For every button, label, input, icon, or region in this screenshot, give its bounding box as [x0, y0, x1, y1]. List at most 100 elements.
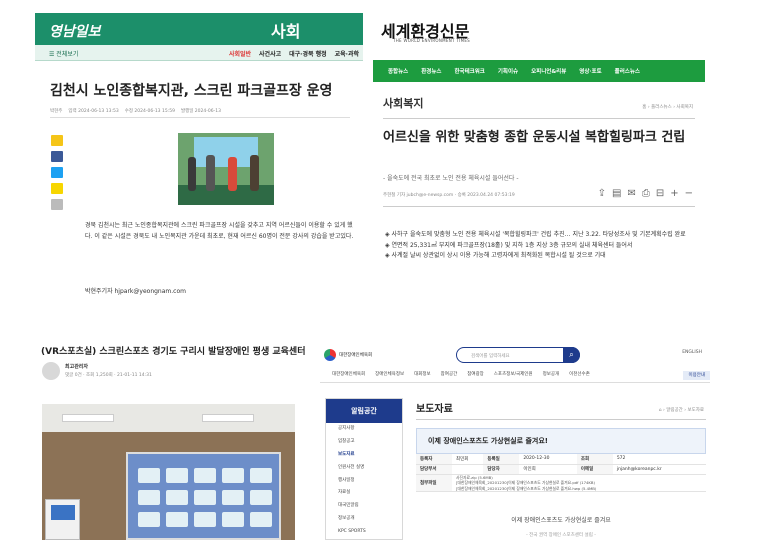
gnb-item[interactable]: 참여공간 [441, 371, 458, 382]
breadcrumb[interactable]: ⌂ › 알림공간 › 보도자료 [659, 407, 704, 413]
side-menu-item-active[interactable]: 보도자료 [326, 449, 402, 462]
paralympic-press-page: 대한장애인체육회 검색어를 입력하세요 ⌕ ENGLISH 대한장애인체육회 장… [320, 340, 710, 540]
email-icon[interactable]: ✉ [627, 188, 635, 199]
nav-item[interactable]: 플러스뉴스 [615, 67, 640, 75]
article-tools: ⇪ ▤ ✉ ⎙ ⊟ + − [598, 188, 693, 199]
page-title: 보도자료 [416, 404, 453, 415]
category-title: 사회복지 [383, 97, 424, 110]
gnb-item[interactable]: 대회정보 [414, 371, 431, 382]
gnb-item[interactable]: 정보공개 [543, 371, 560, 382]
divider [416, 419, 706, 420]
reporter: 박현주 [50, 109, 63, 114]
table-key: 이메일 [576, 464, 613, 475]
article-meta: 주현철 기자 jubch@e-newsp.com · 승록 2023.04.24… [383, 193, 515, 198]
table-key: 조회 [576, 454, 613, 465]
post-photo [42, 404, 295, 540]
search-button[interactable]: ⌕ [563, 347, 580, 363]
nav-item[interactable]: 대구·경북 행정 [289, 49, 327, 58]
press-body-subtitle: - 전국 권역 장애인 스포츠센터 설립 - [526, 533, 596, 538]
side-menu-item[interactable]: 대국민알림 [326, 500, 402, 513]
segye-nav: 종합뉴스 환경뉴스 한국테크워크 기획이슈 오피니언&리뷰 영상·포토 플러스뉴… [373, 60, 705, 82]
paralympic-emblem-icon [324, 349, 336, 361]
kakaostory-icon[interactable] [51, 135, 63, 146]
gnb-item[interactable]: 스포츠정보/국제인원 [494, 371, 533, 382]
table-value: jnjanh@koreanpc.kr [612, 464, 706, 475]
attachment-link[interactable]: [대한장애인체육회_20201230]이제 장애인스포츠도 가상현실로 즐겨요.… [456, 486, 706, 492]
bullet-item: ◈ 연면적 25,331㎡ 부지에 파크골프장(18홀) 및 지하 1층 지상 … [385, 241, 633, 249]
nav-item[interactable]: 한국테크워크 [455, 67, 485, 75]
edit-date: 수정 2024-06-13 15:59 [124, 109, 175, 114]
share-buttons [51, 135, 63, 210]
side-menu-item[interactable]: 입찰공고 [326, 436, 402, 449]
yeongnam-article: 영남일보 사회 ☰ 전체보기 사회일반 사건사고 대구·경북 행정 교육·과학 … [35, 13, 363, 315]
font-smaller-icon[interactable]: − [685, 188, 693, 199]
post-title: (VR스포츠실) 스크린스포츠 경기도 구리시 발달장애인 평생 교육센터 [41, 347, 306, 357]
paralympic-logo[interactable]: 대한장애인체육회 [324, 349, 372, 361]
breadcrumb[interactable]: 홈 › 플러스뉴스 › 사회복지 [642, 104, 693, 110]
table-key: 담당자 [483, 464, 520, 475]
yeongnam-subnav: ☰ 전체보기 사회일반 사건사고 대구·경북 행정 교육·과학 [35, 45, 363, 61]
kakaotalk-icon[interactable] [51, 183, 63, 194]
more-share-icon[interactable] [51, 199, 63, 210]
nav-item[interactable]: 영상·포토 [579, 67, 601, 75]
vr-screen [126, 452, 281, 540]
bullet-item: ◈ 사하구 을숙도에 맞춤형 노인 전용 체육시설 '복합힐링파크' 건립 추진… [385, 231, 686, 238]
all-menu-button[interactable]: ☰ 전체보기 [49, 49, 78, 58]
table-key: 첨부파일 [416, 474, 452, 492]
nav-item[interactable]: 오피니언&리뷰 [531, 67, 566, 75]
side-menu-item[interactable]: 공지사항 [326, 423, 402, 436]
side-menu-title: 알림공간 [326, 399, 402, 423]
language-link[interactable]: ENGLISH [682, 350, 702, 355]
side-menu-item[interactable]: 자료실 [326, 487, 402, 500]
post-author[interactable]: 최고관리자 [65, 363, 88, 370]
logo-text: 대한장애인체육회 [339, 353, 373, 358]
divider [383, 118, 695, 119]
byline: 박현주기자 hjpark@yeongnam.com [85, 288, 186, 295]
article-photo [178, 133, 274, 205]
bullet-item: ◈ 사계절 날씨 상관없이 상시 이용 가능해 고령자에게 최적화된 복합시설 … [385, 252, 606, 259]
side-menu-item[interactable]: 인원사전 실명 [326, 462, 402, 475]
gnb-item[interactable]: 참여광장 [467, 371, 484, 382]
nav-item[interactable]: 사건사고 [259, 49, 281, 58]
table-row: 담당부서 담당자 이인희 이메일 jnjanh@koreanpc.kr [416, 464, 706, 475]
section-title[interactable]: 사회 [271, 18, 300, 42]
search-icon: ⌕ [569, 350, 574, 359]
post-info: 댓글 0건 · 조회 1,250회 · 21-01-11 14:31 [65, 373, 152, 378]
share-icon[interactable]: ⇪ [598, 188, 606, 199]
gnb-item[interactable]: 장애인체육정보 [375, 371, 404, 382]
facebook-icon[interactable] [51, 151, 63, 162]
table-value: 이인희 [519, 464, 577, 475]
attachments: 사진자료.zip (5.6MB) [대한장애인체육회_20201230]이제 장… [452, 474, 706, 492]
publish-date: 발행일 2024-06-13 [180, 109, 221, 114]
article-meta: 박현주 입력 2024-06-13 13:53 수정 2024-06-13 15… [50, 108, 221, 114]
nav-item[interactable]: 환경뉴스 [421, 67, 441, 75]
gnb-item[interactable]: 대한장애인체육회 [332, 371, 365, 382]
nav-item[interactable]: 사회일반 [229, 49, 251, 58]
gnb-item[interactable]: 이천선수촌 [569, 371, 590, 382]
yeongnam-logo[interactable]: 영남일보 [49, 21, 101, 41]
nav-item[interactable]: 종합뉴스 [388, 67, 408, 75]
avatar [42, 362, 60, 380]
yeongnam-header: 영남일보 사회 [35, 13, 363, 45]
press-info-table: 등록자 최민회 등록일 2020-12-30 조회 572 담당부서 담당자 이… [416, 454, 706, 492]
segye-article: 세계환경신문 THE WORLD ENVIRONMENT TIMES 종합뉴스 … [373, 13, 705, 285]
table-value: 572 [612, 454, 706, 465]
nav-item[interactable]: 교육·과학 [335, 49, 359, 58]
twitter-icon[interactable] [51, 167, 63, 178]
press-title: 이제 장애인스포츠도 가상현실로 즐겨요! [416, 428, 706, 454]
table-key: 등록자 [416, 454, 452, 465]
font-larger-icon[interactable]: + [670, 188, 678, 199]
list-icon[interactable]: ▤ [612, 188, 621, 199]
search-input[interactable]: 검색어를 입력하세요 [456, 347, 580, 363]
table-row: 등록자 최민회 등록일 2020-12-30 조회 572 [416, 454, 706, 465]
table-value [452, 464, 484, 475]
nav-item[interactable]: 기획이슈 [498, 67, 518, 75]
side-menu-item[interactable]: 정보공개 [326, 513, 402, 526]
print-icon[interactable]: ⎙ [642, 188, 650, 199]
input-date: 입력 2024-06-13 13:53 [68, 109, 119, 114]
bookmark-icon[interactable]: ⊟ [656, 188, 664, 199]
gnb-item-active[interactable]: 이용안내 [683, 371, 710, 380]
side-menu-item[interactable]: KPC SPORTS [326, 526, 402, 539]
side-menu-item[interactable]: 행사일정 [326, 475, 402, 488]
headline: 어르신을 위한 맞춤형 종합 운동시설 복합힐링파크 건립 [383, 130, 686, 145]
